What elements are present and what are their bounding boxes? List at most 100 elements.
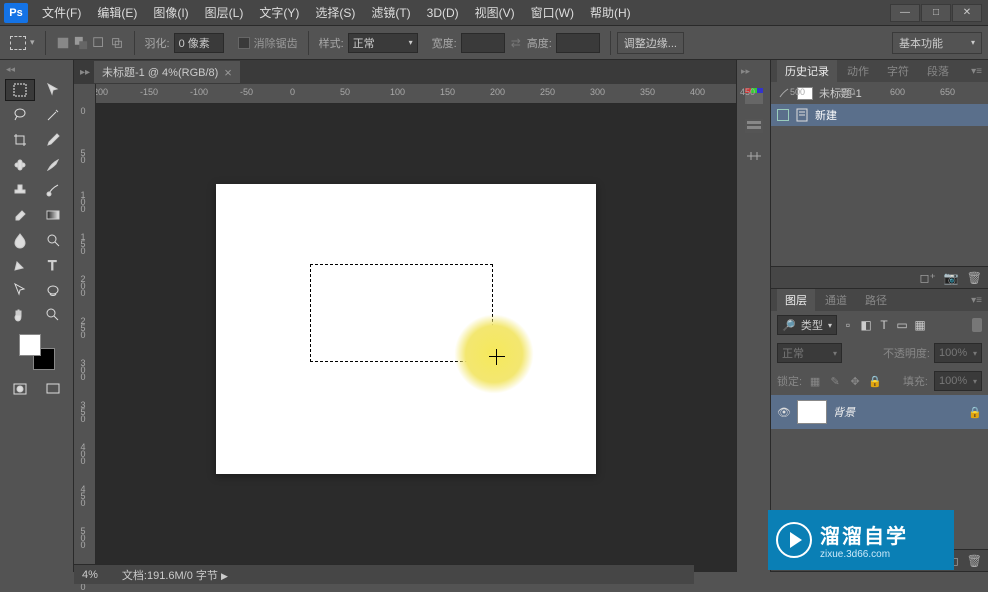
history-brush-tool-icon[interactable] — [38, 179, 68, 201]
camera-icon[interactable]: 📷 — [944, 271, 959, 285]
shape-tool-icon[interactable] — [38, 279, 68, 301]
zoom-level[interactable]: 4% — [82, 569, 98, 581]
feather-input[interactable] — [174, 33, 224, 53]
history-item[interactable]: 新建 — [771, 104, 988, 126]
brush-tool-icon[interactable] — [38, 154, 68, 176]
layers-tab[interactable]: 图层 — [777, 289, 815, 311]
panel-menu-icon[interactable]: ▾≡ — [971, 66, 982, 77]
marquee-tool-icon[interactable] — [5, 79, 35, 101]
paths-tab[interactable]: 路径 — [857, 289, 895, 311]
lasso-tool-icon[interactable] — [5, 104, 35, 126]
fill-input[interactable]: 100%▾ — [934, 371, 982, 391]
current-tool-icon[interactable] — [10, 36, 26, 50]
color-panel-icon[interactable] — [742, 115, 766, 137]
menu-3d[interactable]: 3D(D) — [419, 0, 467, 26]
menu-file[interactable]: 文件(F) — [34, 0, 89, 26]
actions-tab[interactable]: 动作 — [839, 60, 877, 82]
doc-info-menu-icon[interactable]: ▶ — [221, 571, 228, 581]
eraser-tool-icon[interactable] — [5, 204, 35, 226]
layer-filter-kind[interactable]: 🔎 类型▾ — [777, 315, 837, 335]
layer-row[interactable]: 👁 背景 🔒 — [771, 395, 988, 429]
width-input[interactable] — [461, 33, 505, 53]
window-close[interactable]: ✕ — [952, 4, 982, 22]
selection-intersect-icon[interactable] — [110, 36, 124, 50]
lock-pixels-icon[interactable]: ✎ — [828, 374, 842, 388]
selection-new-icon[interactable] — [56, 36, 70, 50]
lock-trans-icon[interactable]: ▦ — [808, 374, 822, 388]
gradient-tool-icon[interactable] — [38, 204, 68, 226]
filter-shape-icon[interactable]: ▭ — [895, 318, 909, 332]
layer-thumbnail[interactable] — [797, 400, 827, 424]
tab-handle-icon[interactable]: ▸▸ — [80, 67, 86, 78]
style-dropdown[interactable]: 正常▾ — [348, 33, 418, 53]
filter-toggle[interactable] — [972, 318, 982, 332]
panel-menu-icon[interactable]: ▾≡ — [971, 295, 982, 306]
quickmask-icon[interactable] — [5, 378, 35, 400]
filter-smart-icon[interactable]: ▦ — [913, 318, 927, 332]
dodge-tool-icon[interactable] — [38, 229, 68, 251]
blur-tool-icon[interactable] — [5, 229, 35, 251]
tab-close-icon[interactable]: × — [224, 65, 232, 80]
mini-handle-icon[interactable]: ▸▸ — [741, 66, 750, 77]
watermark-title: 溜溜自学 — [820, 520, 908, 549]
cursor-crosshair-icon — [489, 349, 505, 365]
play-icon — [776, 522, 812, 558]
status-bar: 4% 文档:191.6M/0 字节 ▶ — [74, 564, 694, 584]
eyedropper-tool-icon[interactable] — [38, 129, 68, 151]
trash-icon[interactable]: 🗑 — [967, 271, 982, 285]
filter-image-icon[interactable]: ▫ — [841, 318, 855, 332]
foreground-color[interactable] — [19, 334, 41, 356]
antialias-checkbox[interactable] — [238, 37, 250, 49]
layer-name[interactable]: 背景 — [833, 404, 962, 420]
menu-view[interactable]: 视图(V) — [467, 0, 523, 26]
menu-select[interactable]: 选择(S) — [307, 0, 363, 26]
healing-tool-icon[interactable] — [5, 154, 35, 176]
opacity-input[interactable]: 100%▾ — [934, 343, 982, 363]
menu-layer[interactable]: 图层(L) — [197, 0, 252, 26]
move-tool-icon[interactable] — [38, 79, 68, 101]
new-snapshot-icon[interactable]: ◻⁺ — [920, 271, 936, 285]
height-input[interactable] — [556, 33, 600, 53]
lock-all-icon[interactable]: 🔒 — [868, 374, 882, 388]
adjust-panel-icon[interactable] — [742, 145, 766, 167]
delete-layer-icon[interactable]: 🗑 — [967, 554, 982, 568]
blend-mode-dropdown[interactable]: 正常▾ — [777, 343, 842, 363]
document-canvas[interactable] — [216, 184, 596, 474]
visibility-icon[interactable]: 👁 — [777, 406, 791, 419]
wand-tool-icon[interactable] — [38, 104, 68, 126]
menu-edit[interactable]: 编辑(E) — [89, 0, 145, 26]
stamp-tool-icon[interactable] — [5, 179, 35, 201]
menu-help[interactable]: 帮助(H) — [582, 0, 639, 26]
window-maximize[interactable]: □ — [921, 4, 951, 22]
channels-tab[interactable]: 通道 — [817, 289, 855, 311]
color-swatches[interactable] — [19, 334, 55, 370]
path-select-tool-icon[interactable] — [5, 279, 35, 301]
menu-image[interactable]: 图像(I) — [145, 0, 196, 26]
selection-subtract-icon[interactable] — [92, 36, 106, 50]
zoom-tool-icon[interactable] — [38, 304, 68, 326]
paragraph-tab[interactable]: 段落 — [919, 60, 957, 82]
app-logo: Ps — [4, 3, 28, 23]
type-tool-icon[interactable]: T — [38, 254, 68, 276]
refine-edge-button[interactable]: 调整边缘... — [617, 32, 684, 54]
layer-lock-icon[interactable]: 🔒 — [968, 406, 982, 419]
window-minimize[interactable]: — — [890, 4, 920, 22]
selection-add-icon[interactable] — [74, 36, 88, 50]
lock-position-icon[interactable]: ✥ — [848, 374, 862, 388]
screenmode-icon[interactable] — [38, 378, 68, 400]
crop-tool-icon[interactable] — [5, 129, 35, 151]
canvas-stage[interactable] — [96, 104, 736, 572]
panel-handle-icon[interactable]: ◂◂ — [6, 64, 15, 75]
filter-type-icon[interactable]: T — [877, 318, 891, 332]
menu-type[interactable]: 文字(Y) — [251, 0, 307, 26]
workspace-switcher[interactable]: 基本功能▾ — [892, 32, 982, 54]
filter-adjust-icon[interactable]: ◧ — [859, 318, 873, 332]
hand-tool-icon[interactable] — [5, 304, 35, 326]
document-tab[interactable]: 未标题-1 @ 4%(RGB/8) × — [94, 61, 240, 83]
swap-dimensions-icon[interactable]: ⇄ — [509, 36, 523, 50]
character-tab[interactable]: 字符 — [879, 60, 917, 82]
pen-tool-icon[interactable] — [5, 254, 35, 276]
menu-window[interactable]: 窗口(W) — [523, 0, 582, 26]
history-tab[interactable]: 历史记录 — [777, 60, 837, 82]
menu-filter[interactable]: 滤镜(T) — [363, 0, 418, 26]
